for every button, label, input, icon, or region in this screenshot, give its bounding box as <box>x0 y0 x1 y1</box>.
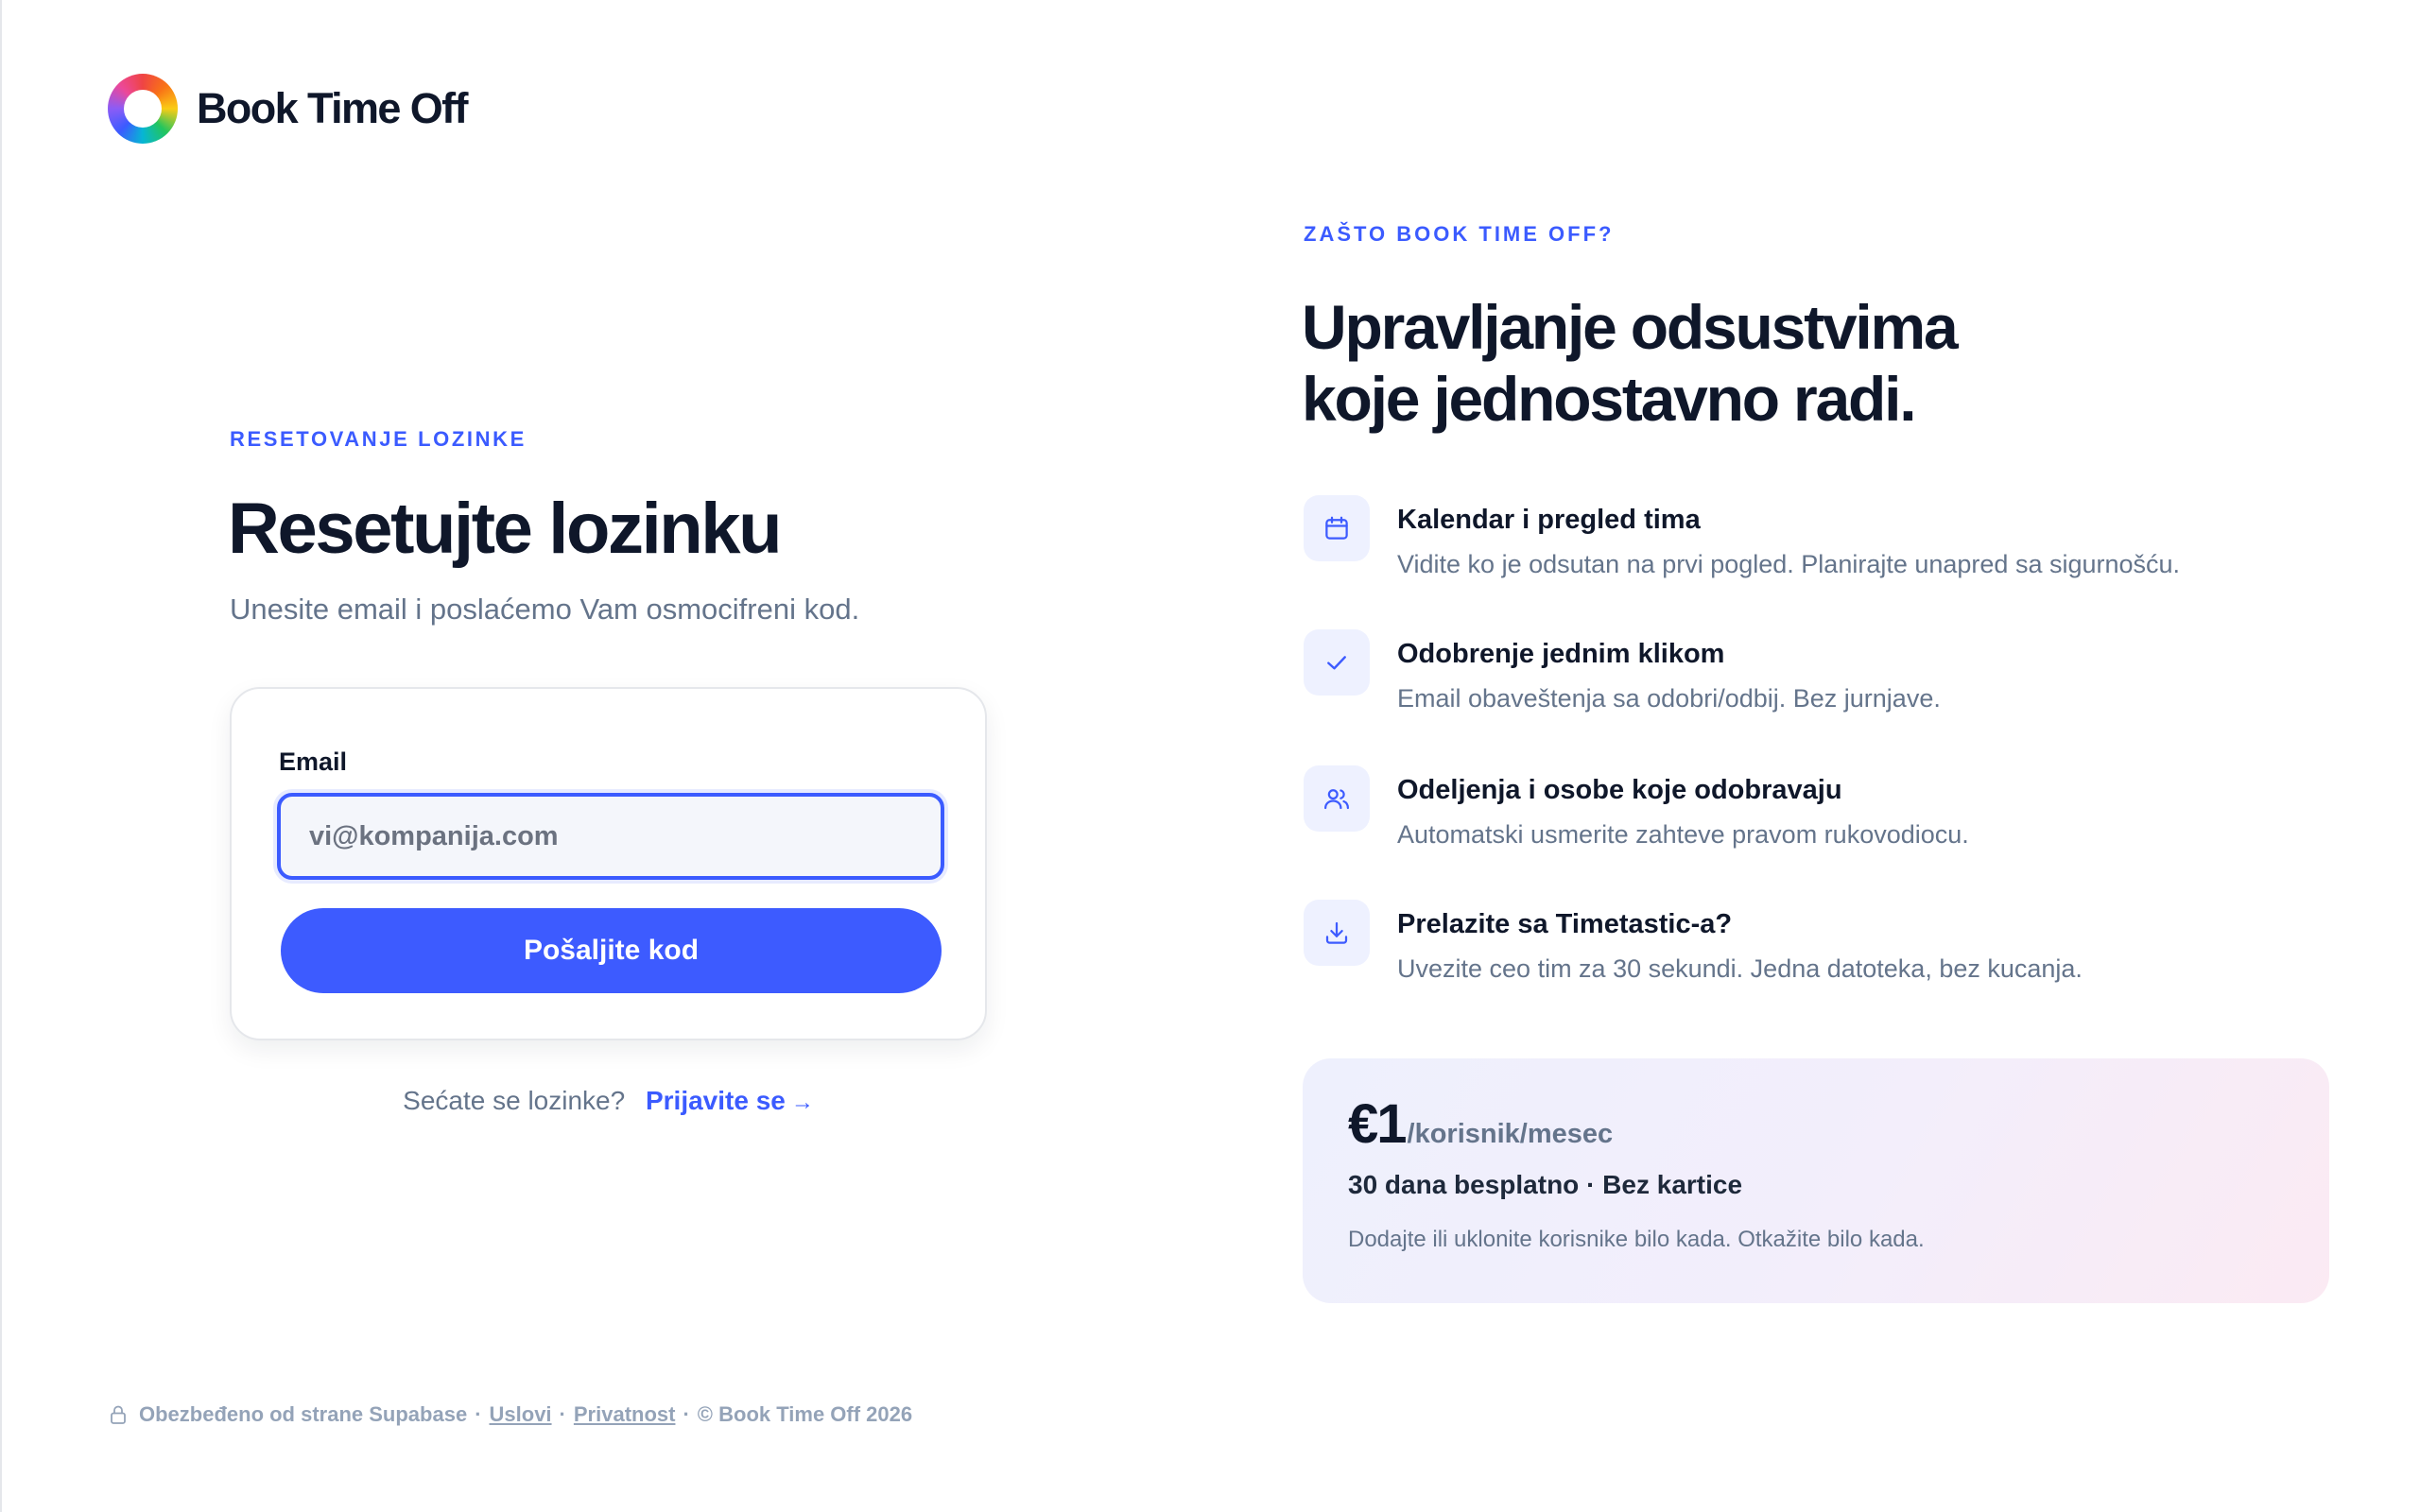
check-icon <box>1304 629 1370 696</box>
feature-description: Uvezite ceo tim za 30 sekundi. Jedna dat… <box>1397 954 2083 983</box>
reset-form-card: Email Pošaljite kod <box>230 687 987 1040</box>
email-field[interactable] <box>277 793 944 880</box>
email-label: Email <box>279 747 348 776</box>
trial-info: 30 dana besplatno · Bez kartice <box>1348 1170 1743 1199</box>
footer-separator: · <box>475 1402 482 1426</box>
feature-item-import: Prelazite sa Timetastic-a? Uvezite ceo t… <box>1304 900 2343 1004</box>
copyright-text: © Book Time Off 2026 <box>697 1402 913 1426</box>
brand[interactable]: Book Time Off <box>108 74 469 144</box>
secured-by-text: Obezbeđeno od strane Supabase <box>139 1402 468 1426</box>
why-title-line-2: koje jednostavno radi. <box>1302 364 1917 434</box>
feature-title: Odeljenja i osobe koje odobravaju <box>1397 775 1842 805</box>
calendar-icon <box>1304 495 1370 561</box>
feature-title: Kalendar i pregled tima <box>1397 505 1701 535</box>
rainbow-ring-logo-icon <box>108 74 178 144</box>
signin-link[interactable]: Prijavite se → <box>646 1086 814 1115</box>
feature-item-departments: Odeljenja i osobe koje odobravaju Automa… <box>1304 765 2343 869</box>
terms-link[interactable]: Uslovi <box>490 1402 552 1427</box>
feature-description: Automatski usmerite zahteve pravom rukov… <box>1397 820 1969 849</box>
footer: Obezbeđeno od strane Supabase · Uslovi ·… <box>109 1402 912 1427</box>
page-subtitle: Unesite email i poslaćemo Vam osmocifren… <box>230 593 860 626</box>
download-icon <box>1304 900 1370 966</box>
signin-row: Sećate se lozinke? Prijavite se → <box>230 1086 987 1116</box>
privacy-link[interactable]: Privatnost <box>574 1402 676 1427</box>
footer-separator: · <box>683 1402 690 1426</box>
reset-password-page: Book Time Off RESETOVANJE LOZINKE Resetu… <box>0 0 2420 1512</box>
arrow-right-icon: → <box>790 1090 814 1115</box>
footer-separator: · <box>559 1402 566 1426</box>
lock-icon <box>109 1404 128 1425</box>
feature-item-approval: Odobrenje jednim klikom Email obaveštenj… <box>1304 629 2343 733</box>
feature-description: Email obaveštenja sa odobri/odbij. Bez j… <box>1397 684 1941 713</box>
feature-item-calendar: Kalendar i pregled tima Vidite ko je ods… <box>1304 495 2343 599</box>
signin-link-label: Prijavite se <box>645 1086 786 1115</box>
why-title: Upravljanje odsustvima koje jednostavno … <box>1302 291 1959 435</box>
price-unit: /korisnik/mesec <box>1407 1119 1614 1149</box>
price-row: €1 /korisnik/mesec <box>1348 1092 1613 1156</box>
pricing-note: Dodajte ili uklonite korisnike bilo kada… <box>1348 1227 1925 1252</box>
feature-title: Prelazite sa Timetastic-a? <box>1397 909 1733 939</box>
send-code-button[interactable]: Pošaljite kod <box>281 908 942 993</box>
page-title: Resetujte lozinku <box>228 489 783 569</box>
pricing-card: €1 /korisnik/mesec 30 dana besplatno · B… <box>1303 1058 2329 1303</box>
why-title-line-1: Upravljanje odsustvima <box>1302 292 1959 362</box>
feature-title: Odobrenje jednim klikom <box>1397 639 1725 669</box>
reset-eyebrow: RESETOVANJE LOZINKE <box>230 427 527 451</box>
why-eyebrow: ZAŠTO BOOK TIME OFF? <box>1304 222 1615 246</box>
feature-description: Vidite ko je odsutan na prvi pogled. Pla… <box>1397 550 2181 578</box>
users-icon <box>1304 765 1370 832</box>
price-amount: €1 <box>1348 1093 1407 1155</box>
brand-name: Book Time Off <box>197 84 469 132</box>
remember-password-text: Sećate se lozinke? <box>403 1086 626 1115</box>
